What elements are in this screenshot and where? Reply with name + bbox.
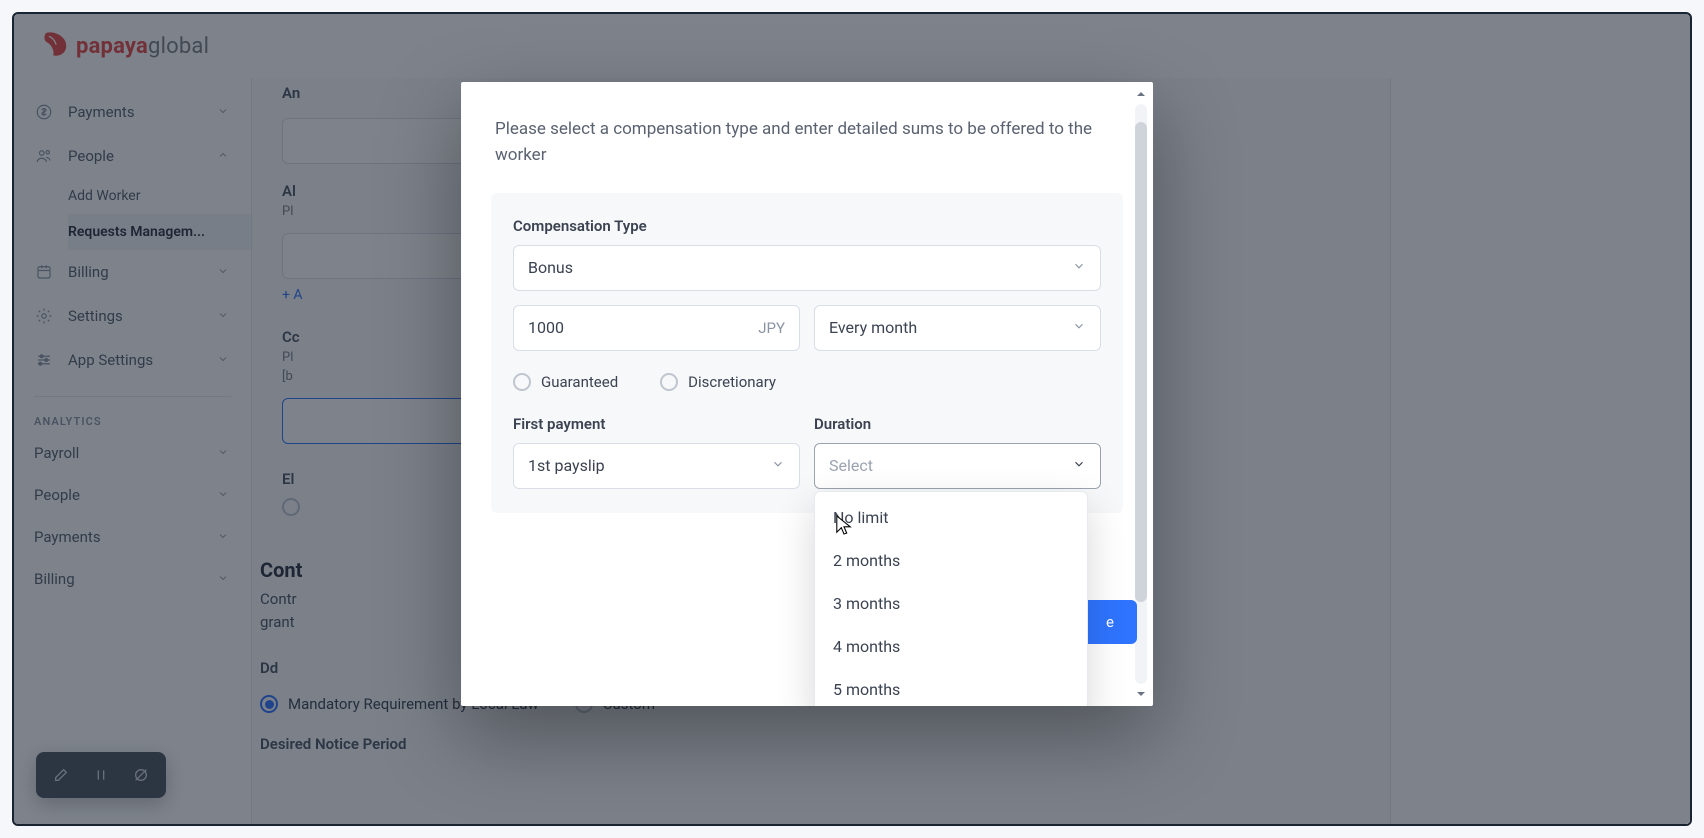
first-payment-select[interactable]: 1st payslip	[513, 443, 800, 489]
first-payment-label: First payment	[513, 415, 800, 433]
guaranteed-radio[interactable]: Guaranteed	[513, 373, 618, 391]
duration-option[interactable]: 2 months	[815, 539, 1087, 582]
frequency-select[interactable]: Every month	[814, 305, 1101, 351]
duration-option[interactable]: 3 months	[815, 582, 1087, 625]
chevron-down-icon	[1072, 456, 1086, 475]
frequency-value: Every month	[829, 318, 917, 337]
compensation-card: Compensation Type Bonus 1000 JPY Every m…	[491, 193, 1123, 513]
duration-dropdown: No limit 2 months 3 months 4 months 5 mo…	[814, 491, 1088, 706]
comp-type-value: Bonus	[528, 258, 573, 277]
compensation-modal: Please select a compensation type and en…	[461, 82, 1153, 706]
duration-option[interactable]: No limit	[815, 496, 1087, 539]
duration-select[interactable]: Select	[814, 443, 1101, 489]
duration-label: Duration	[814, 415, 1101, 433]
first-payment-value: 1st payslip	[528, 456, 605, 475]
chevron-down-icon	[1072, 318, 1086, 337]
duration-option[interactable]: 5 months	[815, 668, 1087, 706]
currency-label: JPY	[758, 319, 785, 337]
comp-type-label: Compensation Type	[513, 217, 1101, 235]
modal-primary-button[interactable]: e	[1083, 600, 1137, 644]
duration-placeholder: Select	[829, 456, 873, 475]
chevron-down-icon	[771, 456, 785, 475]
comp-type-select[interactable]: Bonus	[513, 245, 1101, 291]
chevron-down-icon	[1072, 258, 1086, 277]
duration-option[interactable]: 4 months	[815, 625, 1087, 668]
modal-intro-text: Please select a compensation type and en…	[491, 82, 1123, 193]
discretionary-radio[interactable]: Discretionary	[660, 373, 776, 391]
amount-input[interactable]: 1000 JPY	[513, 305, 800, 351]
amount-value: 1000	[528, 318, 564, 337]
